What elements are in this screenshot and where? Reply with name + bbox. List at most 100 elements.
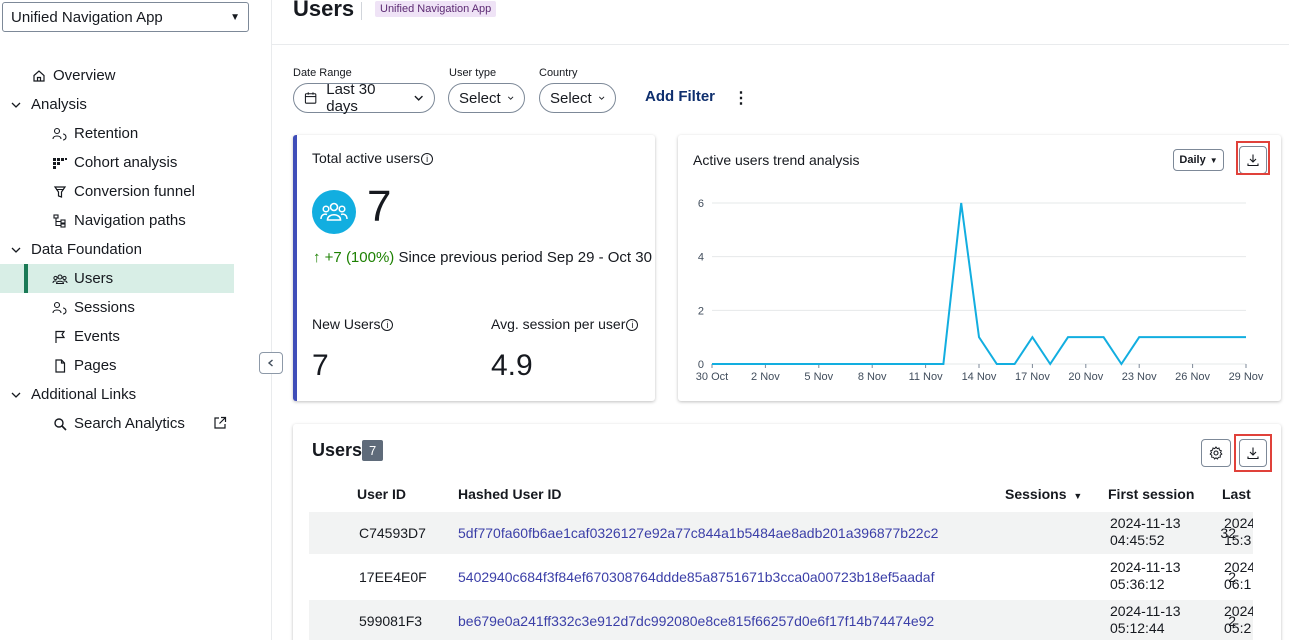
sidebar-item-users[interactable]: Users [0, 264, 234, 293]
last-session-time: 05:2 [1224, 620, 1252, 636]
new-users-label: New Users i [312, 316, 394, 332]
app-selector-dropdown[interactable]: Unified Navigation App ▼ [2, 2, 249, 32]
caret-down-icon: ▼ [230, 11, 240, 23]
sidebar-section-additional-links[interactable]: Additional Links [0, 380, 272, 409]
x-tick-label: 26 Nov [1175, 371, 1210, 383]
first-session-cell: 2024-11-13 05:36:12 [1110, 559, 1181, 593]
gear-icon [1209, 446, 1223, 460]
sidebar-item-label: Retention [74, 125, 139, 142]
x-tick-label: 8 Nov [858, 371, 887, 383]
x-tick-label: 30 Oct [696, 371, 728, 383]
sidebar-section-data-foundation[interactable]: Data Foundation [0, 235, 272, 264]
users-group-icon [312, 190, 356, 234]
external-link-icon[interactable] [213, 416, 227, 430]
column-header-sessions[interactable]: Sessions ▼ [1005, 486, 1082, 502]
info-icon[interactable]: i [421, 153, 434, 165]
sidebar-item-label: Conversion funnel [74, 183, 195, 200]
app-selector-value: Unified Navigation App [11, 8, 163, 26]
column-header-last-session[interactable]: Last [1222, 486, 1251, 502]
y-tick-label: 0 [698, 359, 704, 371]
last-session-cell: 2024 05:2 [1224, 603, 1253, 637]
country-filter[interactable]: Select [539, 83, 616, 113]
sidebar-item-label: Navigation paths [74, 212, 186, 229]
x-tick-label: 14 Nov [962, 371, 997, 383]
date-range-filter[interactable]: Last 30 days [293, 81, 435, 115]
hashed-user-id-link[interactable]: 5df770fa60fb6ae1caf0326127e92a77c844a1b5… [458, 525, 938, 541]
sidebar-item-pages[interactable]: Pages [0, 351, 272, 380]
sidebar-section-analysis[interactable]: Analysis [0, 90, 272, 119]
last-session-cell: 2024 06:1 [1224, 559, 1253, 593]
x-tick-label: 23 Nov [1122, 371, 1157, 383]
user-count-badge: 7 [362, 440, 384, 461]
users-table-card: Users 7 User ID Hashed User ID Sessions … [293, 424, 1281, 640]
chevron-down-icon [11, 392, 21, 398]
sidebar-item-navigation-paths[interactable]: Navigation paths [0, 206, 272, 235]
hashed-user-id-link[interactable]: 5402940c684f3f84ef670308764ddde85a875167… [458, 569, 934, 585]
kpi-title: Total active users i [312, 150, 434, 166]
chevron-down-icon [11, 247, 21, 253]
last-session-date: 2024 [1224, 559, 1253, 575]
date-range-label: Date Range [293, 67, 352, 79]
download-icon [1247, 447, 1259, 460]
trend-comparison-text: Since previous period Sep 29 - Oct 30 [398, 249, 652, 266]
sidebar-item-label: Users [74, 270, 114, 287]
sidebar-item-cohort-analysis[interactable]: Cohort analysis [0, 148, 272, 177]
table-row[interactable]: 599081F3 be679e0a241ff332c3e912d7dc99208… [309, 600, 1253, 640]
info-icon[interactable]: i [381, 319, 394, 331]
sidebar-section-label: Additional Links [31, 386, 137, 403]
more-options-icon[interactable]: ⋮ [733, 88, 749, 108]
first-session-cell: 2024-11-13 05:12:44 [1110, 603, 1181, 637]
first-session-date: 2024-11-13 [1110, 603, 1181, 619]
chevron-down-icon [11, 102, 21, 108]
search-icon [52, 416, 68, 432]
home-icon [31, 68, 47, 84]
user-type-value: Select [459, 89, 501, 107]
total-active-users-card: Total active users i 7 ↑ +7 (100%) Since … [293, 135, 655, 401]
sidebar-item-label: Cohort analysis [74, 154, 178, 171]
last-session-time: 06:1 [1224, 576, 1252, 592]
sidebar-item-conversion-funnel[interactable]: Conversion funnel [0, 177, 272, 206]
chevron-down-icon [507, 96, 514, 100]
trend-change-value: +7 (100%) [324, 249, 395, 266]
page-title: Users [293, 0, 355, 21]
calendar-icon [304, 92, 317, 104]
new-users-label-text: New Users [312, 316, 381, 332]
column-header-first-session[interactable]: First session [1108, 486, 1194, 502]
sidebar-item-retention[interactable]: Retention [0, 119, 272, 148]
table-settings-button[interactable] [1201, 439, 1231, 467]
retention-icon [52, 126, 68, 142]
sidebar-item-overview[interactable]: Overview [0, 61, 272, 90]
sidebar-item-events[interactable]: Events [0, 322, 272, 351]
hashed-user-id-link[interactable]: be679e0a241ff332c3e912d7dc992080e8ce815f… [458, 613, 934, 629]
first-session-cell: 2024-11-13 04:45:52 [1110, 515, 1181, 549]
last-session-date: 2024 [1224, 515, 1253, 531]
sidebar-item-label: Sessions [74, 299, 135, 316]
last-session-time: 15:3 [1224, 532, 1252, 548]
app-root: Unified Navigation App ▼ Overview Analys… [0, 0, 1289, 640]
y-tick-label: 2 [698, 305, 704, 317]
sidebar-section-label: Analysis [31, 96, 87, 113]
y-tick-label: 4 [698, 252, 704, 264]
user-type-filter[interactable]: Select [448, 83, 525, 113]
y-tick-label: 6 [698, 198, 704, 210]
total-active-users-value: 7 [367, 182, 392, 231]
sidebar-item-sessions[interactable]: Sessions [0, 293, 272, 322]
app-badge: Unified Navigation App [375, 1, 497, 17]
add-filter-button[interactable]: Add Filter [645, 88, 715, 105]
country-label: Country [539, 67, 578, 79]
x-tick-label: 11 Nov [909, 371, 944, 383]
table-row[interactable]: 17EE4E0F 5402940c684f3f84ef670308764ddde… [309, 556, 1253, 598]
x-tick-label: 17 Nov [1015, 371, 1050, 383]
header-divider [361, 2, 362, 20]
sidebar-item-search-analytics[interactable]: Search Analytics [0, 409, 272, 438]
column-header-hashed-user-id[interactable]: Hashed User ID [458, 486, 561, 502]
collapse-sidebar-button[interactable] [259, 352, 283, 374]
user-id-cell: 599081F3 [359, 613, 423, 629]
date-range-value: Last 30 days [326, 81, 376, 115]
info-icon[interactable]: i [626, 319, 639, 331]
first-session-time: 05:36:12 [1110, 576, 1165, 592]
table-row[interactable]: C74593D7 5df770fa60fb6ae1caf0326127e92a7… [309, 512, 1253, 554]
users-group-icon [52, 271, 68, 287]
download-table-button[interactable] [1239, 439, 1267, 467]
column-header-user-id[interactable]: User ID [357, 486, 406, 502]
